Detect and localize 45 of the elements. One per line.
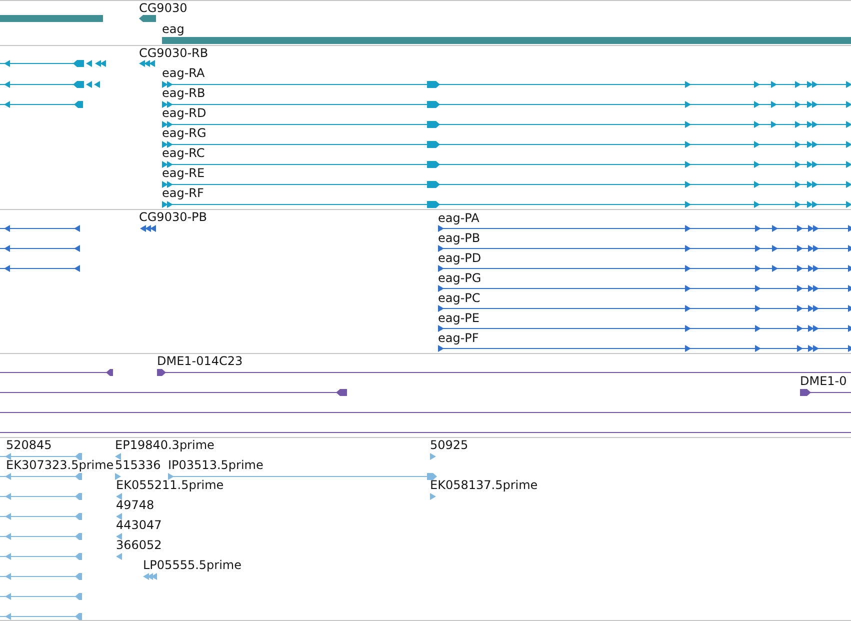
gene-bar [139,15,156,22]
transcript-label: eag-RF [162,186,204,200]
transcript-label: eag-RE [162,166,205,180]
arrowhead-icon [430,452,437,460]
transcript-label: CG9030-RB [139,46,208,60]
triple-arrowhead-icon [143,572,157,580]
arrowhead-icon [115,472,122,480]
est-label: LP05555.5prime [143,559,242,572]
arrowhead-icon [116,532,123,540]
protein-label: eag-PA [438,212,480,225]
protein-label: CG9030-PB [139,211,208,224]
transcript-label: eag-RG [162,126,206,140]
clone-label: DME1-0 [800,375,847,388]
arrowhead-icon [116,492,123,500]
transcript-label: eag-RA [162,66,205,80]
gene-label: CG9030 [139,2,188,16]
arrowhead-icon [430,492,437,500]
est-label: 49748 [116,499,154,512]
arrowhead-icon [116,512,123,520]
transcript-label: eag-RC [162,146,205,160]
protein-label: eag-PE [438,312,480,325]
transcript-label: eag-RB [162,86,206,100]
protein-label: eag-PG [438,272,482,285]
transcript-label: eag-RD [162,106,206,120]
clone-label: DME1-014C23 [157,355,243,368]
clone-drawing [800,389,851,396]
est-label: 520845 [6,439,52,452]
protein-label: eag-PB [438,232,480,245]
gene-label: eag [162,22,184,36]
arrowhead-icon [115,452,122,460]
protein-label: eag-PD [438,252,482,265]
triple-arrowhead-icon [139,60,156,67]
est-label: 515336 [115,459,161,472]
est-label: EP19840.3prime [115,439,214,452]
est-label: EK307323.5prime [6,459,114,472]
est-label: 50925 [430,439,468,452]
est-label: EK058137.5prime [430,479,538,492]
est-label: EK055211.5prime [116,479,224,492]
protein-label: eag-PC [438,292,480,305]
est-label: 443047 [116,519,162,532]
triple-arrowhead-icon [140,225,156,232]
est-label: IP03513.5prime [168,459,264,472]
est-label: 366052 [116,539,162,552]
protein-label: eag-PF [438,332,479,345]
arrowhead-icon [116,552,123,560]
